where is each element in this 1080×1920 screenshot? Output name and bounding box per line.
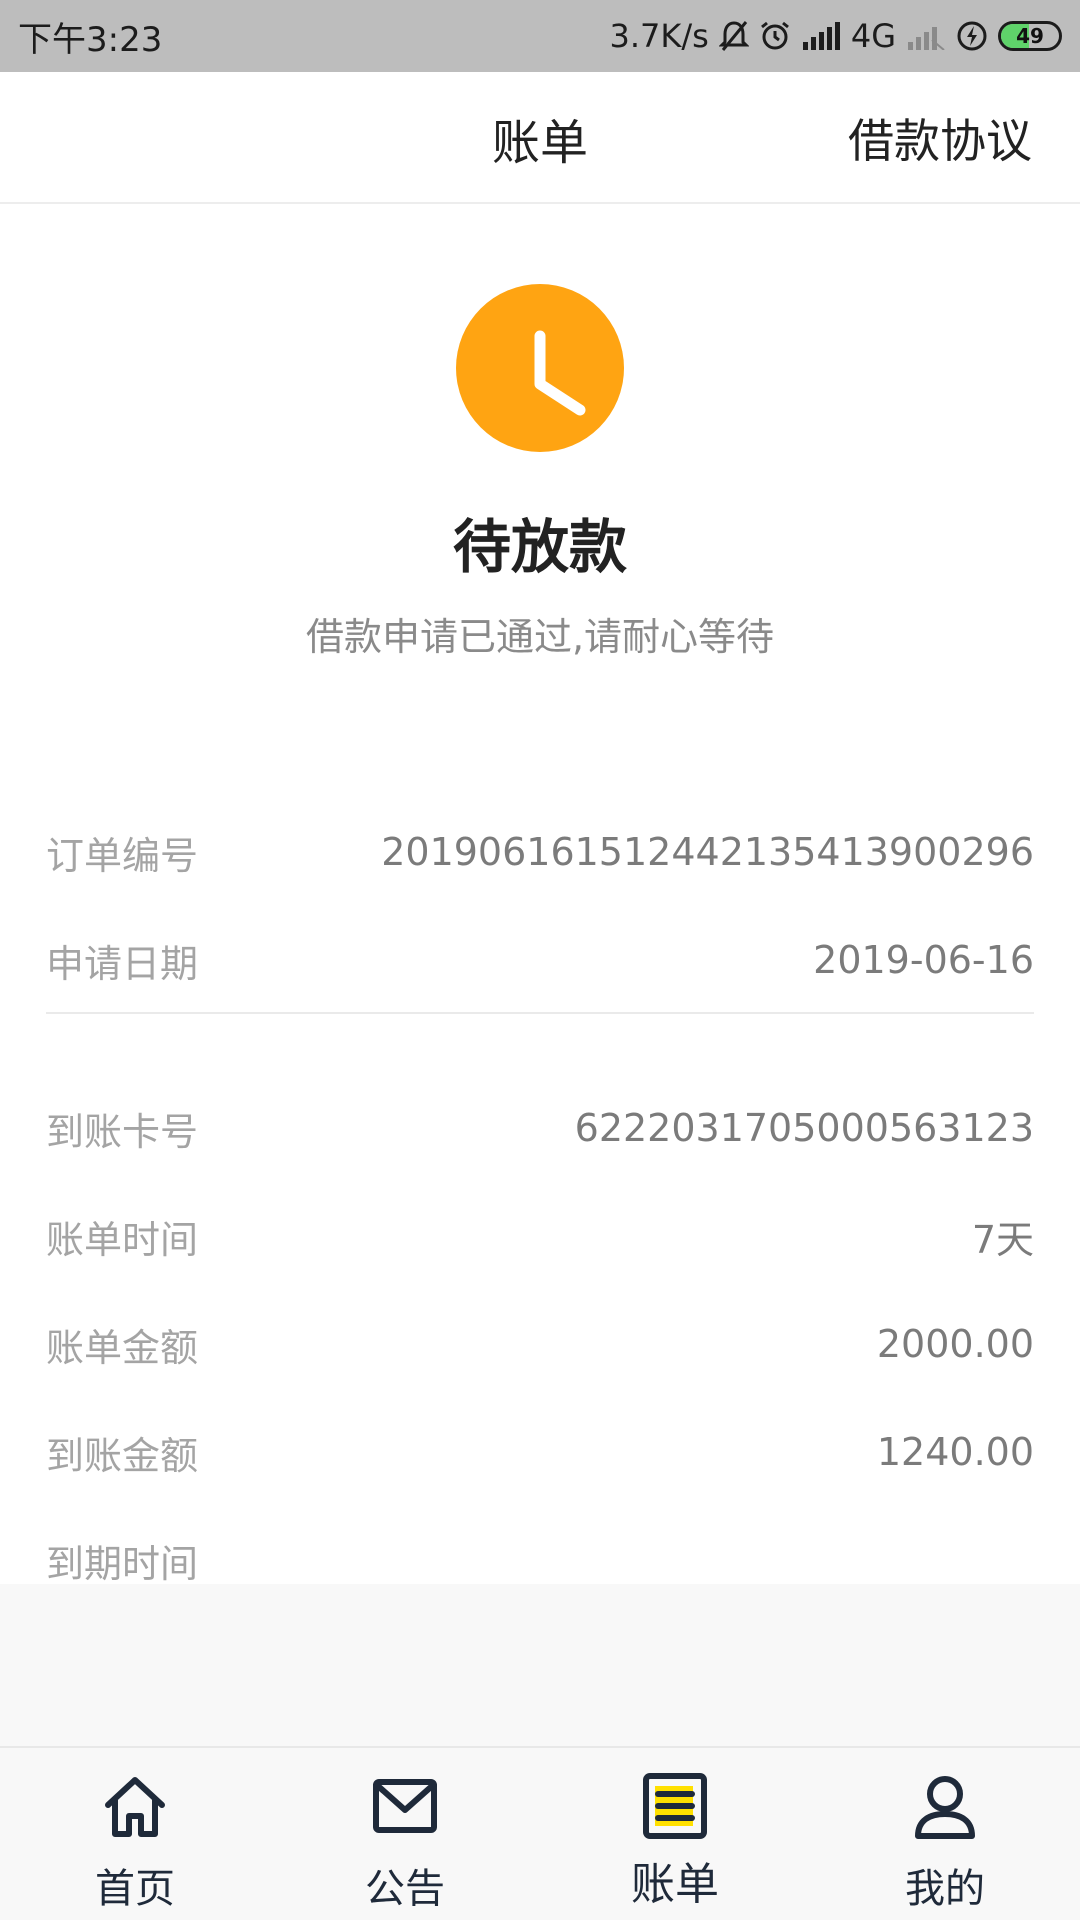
- signal-weak-icon: [906, 22, 946, 50]
- apply-date-label: 申请日期: [46, 941, 199, 986]
- nav-item-notice[interactable]: 公告: [270, 1748, 540, 1920]
- due-date-row: 到期时间: [46, 1530, 1034, 1590]
- card-number-row: 到账卡号 6222031705000563123: [46, 1098, 1034, 1158]
- home-icon: [105, 1777, 165, 1837]
- bill-period-row: 账单时间 7天: [46, 1206, 1034, 1266]
- bill-amount-label: 账单金额: [46, 1325, 199, 1370]
- clock-icon: [456, 284, 624, 452]
- status-time: 下午3:23: [18, 19, 163, 60]
- battery-level: 49: [1016, 24, 1044, 48]
- status-bar: 下午3:23 3.7K/s 4G 49: [0, 0, 1080, 72]
- app-header: 账单 借款协议: [0, 72, 1080, 204]
- mail-icon: [373, 1779, 437, 1833]
- divider: [46, 1012, 1034, 1014]
- bill-period-label: 账单时间: [46, 1217, 199, 1262]
- bill-amount-row: 账单金额 2000.00: [46, 1314, 1034, 1374]
- nav-label-mine: 我的: [905, 1866, 985, 1912]
- bill-amount-value: 2000.00: [876, 1322, 1034, 1366]
- bottom-nav: 首页 公告 账单 我的: [0, 1746, 1080, 1920]
- received-amount-row: 到账金额 1240.00: [46, 1422, 1034, 1482]
- charging-icon: [956, 20, 988, 52]
- status-description: 借款申请已通过,请耐心等待: [305, 615, 775, 659]
- user-icon: [915, 1776, 975, 1839]
- status-indicators: 3.7K/s 4G 49: [610, 17, 1062, 55]
- apply-date-row: 申请日期 2019-06-16: [46, 930, 1034, 990]
- status-title: 待放款: [452, 513, 627, 581]
- received-amount-value: 1240.00: [876, 1430, 1034, 1474]
- apply-date-value: 2019-06-16: [813, 938, 1034, 982]
- bill-icon: [643, 1773, 707, 1839]
- net-speed: 3.7K/s: [609, 17, 709, 55]
- loan-agreement-link[interactable]: 借款协议: [848, 72, 1032, 204]
- order-number-label: 订单编号: [46, 833, 199, 878]
- nav-item-mine[interactable]: 我的: [810, 1748, 1080, 1920]
- signal-icon: [801, 22, 841, 50]
- order-number-row: 订单编号 201906161512442135413900296: [46, 822, 1034, 882]
- bill-detail-card: 待放款 借款申请已通过,请耐心等待 订单编号 20190616151244213…: [0, 204, 1080, 1586]
- nav-item-bill[interactable]: 账单: [540, 1748, 810, 1920]
- card-number-value: 6222031705000563123: [574, 1106, 1034, 1150]
- order-number-value: 201906161512442135413900296: [381, 830, 1034, 874]
- due-date-label: 到期时间: [46, 1541, 199, 1586]
- bill-period-value: 7天: [971, 1217, 1034, 1262]
- nav-item-home[interactable]: 首页: [0, 1748, 270, 1920]
- received-amount-label: 到账金额: [46, 1433, 199, 1478]
- battery-icon: 49: [998, 21, 1062, 51]
- nav-label-bill: 账单: [631, 1859, 719, 1910]
- card-number-label: 到账卡号: [46, 1109, 199, 1154]
- alarm-icon: [759, 20, 791, 52]
- bell-off-icon: [718, 20, 749, 52]
- nav-label-home: 首页: [95, 1866, 175, 1912]
- nav-label-notice: 公告: [365, 1866, 445, 1912]
- network-type: 4G: [850, 17, 896, 55]
